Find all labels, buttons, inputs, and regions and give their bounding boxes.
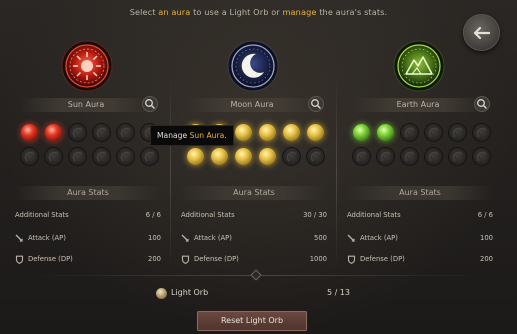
additional-stats-row: Additional Stats 30 / 30: [181, 209, 327, 221]
light-orb-slot-empty[interactable]: [69, 124, 86, 141]
defense-row: Defense (DP) 200: [15, 253, 161, 265]
light-orb-slot-empty[interactable]: [401, 124, 418, 141]
search-icon[interactable]: [308, 96, 324, 112]
light-orb-filled[interactable]: [235, 124, 252, 141]
light-orb-slot-empty[interactable]: [473, 124, 490, 141]
stat-value: 6 / 6: [477, 211, 493, 219]
attack-row: Attack (AP) 500: [181, 232, 327, 244]
light-orb-filled[interactable]: [21, 124, 38, 141]
stat-value: 200: [480, 255, 493, 263]
light-orb-slot-empty[interactable]: [69, 148, 86, 165]
hint-suffix: the aura's stats.: [316, 7, 388, 17]
aura-name[interactable]: Moon Aura: [186, 98, 318, 112]
light-orb-filled[interactable]: [45, 124, 62, 141]
aura-stats-header: Aura Stats: [15, 186, 161, 200]
additional-stats-row: Additional Stats 6 / 6: [347, 209, 493, 221]
light-orb-filled[interactable]: [211, 148, 228, 165]
light-orb-slot-empty[interactable]: [449, 148, 466, 165]
manage-tooltip: Manage Sun Aura.: [150, 125, 234, 146]
aura-stats-header: Aura Stats: [181, 186, 327, 200]
sword-icon: [181, 234, 189, 242]
stat-value: 200: [148, 255, 161, 263]
light-orb-slot-empty[interactable]: [283, 148, 300, 165]
stat-label: Defense (DP): [360, 255, 405, 263]
aura-name[interactable]: Earth Aura: [352, 98, 484, 112]
tooltip-prefix: Manage: [157, 131, 190, 140]
attack-row: Attack (AP) 100: [15, 232, 161, 244]
light-orb-slot-empty[interactable]: [117, 148, 134, 165]
defense-row: Defense (DP) 200: [347, 253, 493, 265]
light-orb-filled[interactable]: [377, 124, 394, 141]
light-orb-slot-empty[interactable]: [473, 148, 490, 165]
shield-icon: [15, 255, 24, 264]
stat-label: Defense (DP): [28, 255, 73, 263]
instruction-text: Select an aura to use a Light Orb or man…: [0, 7, 517, 17]
sun-aura-panel[interactable]: Sun Aura Aura Stats Additional Stats 6 / …: [7, 36, 169, 271]
light-orb-slot-empty[interactable]: [401, 148, 418, 165]
additional-stats-row: Additional Stats 6 / 6: [15, 209, 161, 221]
light-orb-slot-empty[interactable]: [449, 124, 466, 141]
stat-value: 1000: [309, 255, 327, 263]
light-orb-slot-empty[interactable]: [307, 148, 324, 165]
search-icon[interactable]: [474, 96, 490, 112]
aura-stats-header: Aura Stats: [347, 186, 493, 200]
stat-label: Additional Stats: [15, 211, 69, 219]
attack-row: Attack (AP) 100: [347, 232, 493, 244]
light-orb-filled[interactable]: [259, 148, 276, 165]
light-orb-slot-empty[interactable]: [117, 124, 134, 141]
stat-value: 6 / 6: [145, 211, 161, 219]
light-orb-slot-empty[interactable]: [21, 148, 38, 165]
light-orb-filled[interactable]: [283, 124, 300, 141]
light-orb-filled[interactable]: [307, 124, 324, 141]
hint-mid: to use a Light Orb or: [190, 7, 283, 17]
light-orb-slot-empty[interactable]: [93, 148, 110, 165]
panel-divider: [170, 75, 171, 270]
tooltip-suffix: .: [224, 131, 227, 140]
stat-label: Additional Stats: [181, 211, 235, 219]
hint-prefix: Select: [129, 7, 159, 17]
stat-label: Attack (AP): [28, 234, 66, 242]
stat-label: Defense (DP): [194, 255, 239, 263]
sun-emblem-icon[interactable]: [61, 40, 113, 92]
stat-label: Attack (AP): [360, 234, 398, 242]
light-orb-filled[interactable]: [187, 148, 204, 165]
light-orb-filled[interactable]: [353, 124, 370, 141]
aura-name[interactable]: Sun Aura: [20, 98, 152, 112]
light-orb-slot-empty[interactable]: [425, 148, 442, 165]
stat-value: 100: [480, 234, 493, 242]
shield-icon: [181, 255, 190, 264]
hint-manage: manage: [282, 7, 317, 17]
light-orb-label: Light Orb: [171, 288, 209, 297]
aura-screen: Select an aura to use a Light Orb or man…: [0, 0, 517, 334]
sword-icon: [347, 234, 355, 242]
stat-value: 500: [314, 234, 327, 242]
shield-icon: [347, 255, 356, 264]
stat-label: Attack (AP): [194, 234, 232, 242]
light-orb-slot-empty[interactable]: [141, 148, 158, 165]
light-orb-slot-empty[interactable]: [45, 148, 62, 165]
moon-aura-panel[interactable]: Moon Aura Aura Stats Additional Stats 30 …: [173, 36, 335, 271]
moon-emblem-icon[interactable]: [227, 40, 279, 92]
hint-an-aura: an aura: [158, 7, 191, 17]
tooltip-aura-name: Sun Aura: [189, 131, 225, 140]
reset-light-orb-button[interactable]: Reset Light Orb: [197, 311, 307, 331]
stat-value: 30 / 30: [303, 211, 327, 219]
light-orb-slot-empty[interactable]: [93, 124, 110, 141]
defense-row: Defense (DP) 1000: [181, 253, 327, 265]
earth-emblem-icon[interactable]: [393, 40, 445, 92]
light-orb-slot-empty[interactable]: [353, 148, 370, 165]
light-orb-slot-empty[interactable]: [425, 124, 442, 141]
search-icon[interactable]: [142, 96, 158, 112]
sword-icon: [15, 234, 23, 242]
stat-label: Additional Stats: [347, 211, 401, 219]
light-orb-count: 5 / 13: [326, 288, 350, 297]
light-orb-icon: [156, 288, 167, 299]
panel-divider: [336, 75, 337, 270]
earth-aura-panel[interactable]: Earth Aura Aura Stats Additional Stats 6 …: [339, 36, 501, 271]
light-orb-slot-empty[interactable]: [377, 148, 394, 165]
light-orb-filled[interactable]: [235, 148, 252, 165]
stat-value: 100: [148, 234, 161, 242]
divider-ornament: [250, 269, 262, 281]
light-orb-filled[interactable]: [259, 124, 276, 141]
